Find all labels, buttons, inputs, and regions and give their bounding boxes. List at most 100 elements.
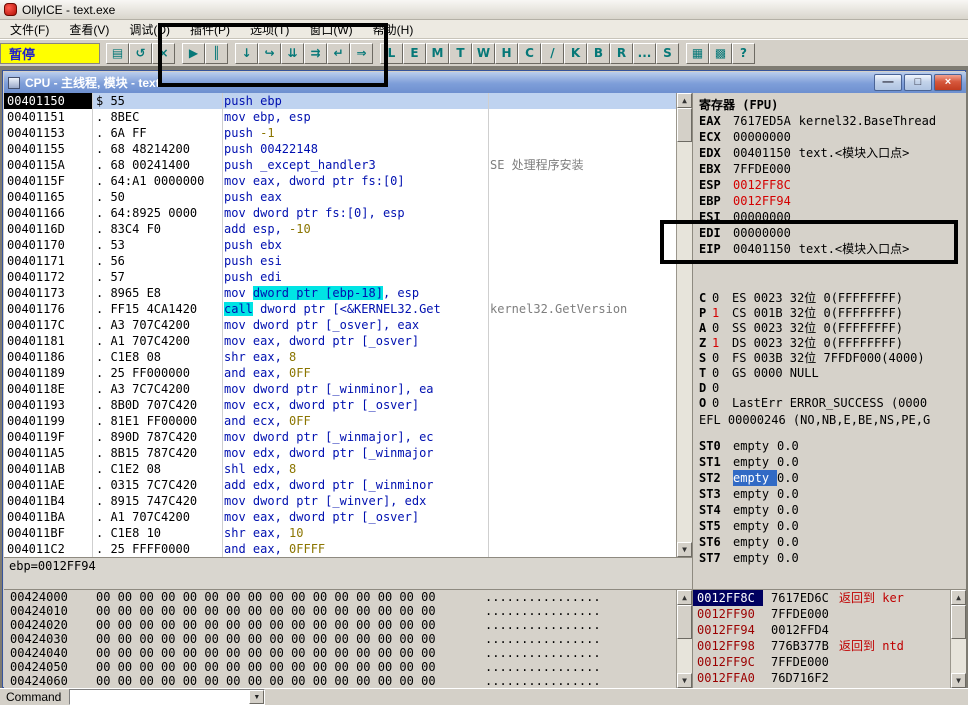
stack-pane[interactable]: 0012FF8C 7617ED6C 返回到 ker 0012FF90 7FFDE000 0…: [692, 589, 966, 688]
flag-z[interactable]: Z 1 DS 0023 32位 0(FFFFFFFF): [693, 336, 966, 351]
open-file-button[interactable]: ▤: [106, 42, 129, 64]
disasm-row[interactable]: 00401173 . 8965 E8 mov dword ptr [ebp-18],…: [4, 285, 692, 301]
register-ebp[interactable]: EBP 0012FF94: [693, 193, 966, 209]
disasm-row[interactable]: 00401189 . 25 FF000000 and eax, 0FF: [4, 365, 692, 381]
combo-dropdown-icon[interactable]: ▼: [249, 690, 265, 704]
disasm-row[interactable]: 00401151 . 8BEC mov ebp, esp: [4, 109, 692, 125]
register-ecx[interactable]: ECX 00000000: [693, 129, 966, 145]
animate-over-button[interactable]: ⇉: [304, 42, 327, 64]
dump-scrollbar[interactable]: ▲ ▼: [676, 590, 692, 688]
disasm-row[interactable]: 0040116D . 83C4 F0 add esp, -10: [4, 221, 692, 237]
scroll-thumb[interactable]: [951, 605, 966, 639]
references-window-button[interactable]: R: [610, 42, 633, 64]
menu-item-help[interactable]: 帮助(H): [363, 19, 424, 40]
disassembly-pane[interactable]: 00401150 $ 55 push ebp 00401151 . 8BEC mov eb…: [4, 93, 692, 557]
menu-item-file[interactable]: 文件(F): [0, 19, 59, 40]
disasm-row[interactable]: 004011BF . C1E8 10 shr eax, 10: [4, 525, 692, 541]
patches-window-button[interactable]: /: [541, 42, 564, 64]
fpu-st6[interactable]: ST6 empty 0.0: [693, 534, 966, 550]
handles-window-button[interactable]: H: [495, 42, 518, 64]
disasm-row[interactable]: 004011AB . C1E2 08 shl edx, 8: [4, 461, 692, 477]
disasm-row[interactable]: 00401155 . 68 48214200 push 00422148: [4, 141, 692, 157]
menu-item-plugins[interactable]: 插件(P): [180, 19, 240, 40]
run-trace-window-button[interactable]: ...: [633, 42, 656, 64]
cpu-window-button[interactable]: C: [518, 42, 541, 64]
dump-row[interactable]: 00424040 00 00 00 00 00 00 00 00 00 00 00…: [4, 646, 692, 660]
cpu-window-titlebar[interactable]: CPU - 主线程, 模块 - text — □ ×: [4, 72, 966, 93]
flag-t[interactable]: T 0 GS 0000 NULL: [693, 366, 966, 381]
memory-window-button[interactable]: M: [426, 42, 449, 64]
eflags-row[interactable]: EFL 00000246 (NO,NB,E,BE,NS,PE,G: [699, 413, 930, 427]
scroll-thumb[interactable]: [677, 605, 692, 639]
fpu-st3[interactable]: ST3 empty 0.0: [693, 486, 966, 502]
stack-row[interactable]: 0012FF9C 7FFDE000: [693, 654, 966, 670]
disasm-row[interactable]: 004011A5 . 8B15 787C420 mov edx, dword ptr…: [4, 445, 692, 461]
call-stack-window-button[interactable]: K: [564, 42, 587, 64]
disasm-row[interactable]: 0040118E . A3 7C7C4200 mov dword ptr [_win…: [4, 381, 692, 397]
disasm-row[interactable]: 0040117C . A3 707C4200 mov dword ptr [_osv…: [4, 317, 692, 333]
flag-d[interactable]: D0: [693, 381, 966, 396]
dump-row[interactable]: 00424030 00 00 00 00 00 00 00 00 00 00 00…: [4, 632, 692, 646]
info-pane[interactable]: ebp=0012FF94: [4, 557, 692, 589]
dump-row[interactable]: 00424050 00 00 00 00 00 00 00 00 00 00 00…: [4, 660, 692, 674]
command-input[interactable]: ▼: [69, 689, 266, 705]
register-esp[interactable]: ESP 0012FF8C: [693, 177, 966, 193]
disasm-row[interactable]: 00401193 . 8B0D 707C420 mov ecx, dword ptr…: [4, 397, 692, 413]
disasm-row[interactable]: 004011BA . A1 707C4200 mov eax, dword ptr …: [4, 509, 692, 525]
stack-row[interactable]: 0012FF8C 7617ED6C 返回到 ker: [693, 590, 966, 606]
register-esi[interactable]: ESI 00000000: [693, 209, 966, 225]
log-window-button[interactable]: L: [380, 42, 403, 64]
scroll-down-icon[interactable]: ▼: [677, 542, 692, 557]
step-into-button[interactable]: ↓: [235, 42, 258, 64]
executables-window-button[interactable]: E: [403, 42, 426, 64]
titlebar[interactable]: OllyICE - text.exe: [0, 0, 968, 20]
stack-row[interactable]: 0012FF98 776B377B 返回到 ntd: [693, 638, 966, 654]
scroll-down-icon[interactable]: ▼: [951, 673, 966, 688]
cpu-minimize-button[interactable]: —: [874, 74, 902, 91]
disasm-row[interactable]: 0040119F . 890D 787C420 mov dword ptr [_wi…: [4, 429, 692, 445]
flag-o[interactable]: O 0 LastErr ERROR_SUCCESS (0000: [693, 396, 966, 411]
disasm-row[interactable]: 004011C2 . 25 FFFF0000 and eax, 0FFFF: [4, 541, 692, 557]
cpu-maximize-button[interactable]: □: [904, 74, 932, 91]
fpu-st4[interactable]: ST4 empty 0.0: [693, 502, 966, 518]
fpu-st1[interactable]: ST1 empty 0.0: [693, 454, 966, 470]
scroll-up-icon[interactable]: ▲: [677, 590, 692, 605]
disasm-row[interactable]: 00401172 . 57 push edi: [4, 269, 692, 285]
disasm-row[interactable]: 00401165 . 50 push eax: [4, 189, 692, 205]
stack-row[interactable]: 0012FFA0 76D716F2: [693, 670, 966, 686]
stack-row[interactable]: 0012FF90 7FFDE000: [693, 606, 966, 622]
register-eax[interactable]: EAX 7617ED5A kernel32.BaseThread: [693, 113, 966, 129]
disasm-row[interactable]: 00401171 . 56 push esi: [4, 253, 692, 269]
menu-item-view[interactable]: 查看(V): [59, 19, 119, 40]
disasm-row[interactable]: 00401150 $ 55 push ebp: [4, 93, 692, 109]
flag-s[interactable]: S 0 FS 003B 32位 7FFDF000(4000): [693, 351, 966, 366]
register-edi[interactable]: EDI 00000000: [693, 225, 966, 241]
source-window-button[interactable]: S: [656, 42, 679, 64]
disassembly-scrollbar[interactable]: ▲ ▼: [676, 93, 692, 557]
fpu-st5[interactable]: ST5 empty 0.0: [693, 518, 966, 534]
disasm-row[interactable]: 0040115A . 68 00241400 push _except_handle…: [4, 157, 692, 173]
register-edx[interactable]: EDX 00401150 text.<模块入口点>: [693, 145, 966, 161]
scroll-up-icon[interactable]: ▲: [677, 93, 692, 108]
stack-row[interactable]: 0012FF94 0012FFD4: [693, 622, 966, 638]
disasm-row[interactable]: 00401186 . C1E8 08 shr eax, 8: [4, 349, 692, 365]
disasm-row[interactable]: 004011AE . 0315 7C7C420 add edx, dword ptr…: [4, 477, 692, 493]
step-over-button[interactable]: ↪: [258, 42, 281, 64]
scroll-down-icon[interactable]: ▼: [677, 673, 692, 688]
dump-row[interactable]: 00424010 00 00 00 00 00 00 00 00 00 00 00…: [4, 604, 692, 618]
menu-item-debug[interactable]: 调试(D): [119, 19, 180, 40]
close-program-button[interactable]: ×: [152, 42, 175, 64]
scroll-up-icon[interactable]: ▲: [951, 590, 966, 605]
run-button[interactable]: ▶: [182, 42, 205, 64]
help-button[interactable]: ?: [732, 42, 755, 64]
dump-row[interactable]: 00424000 00 00 00 00 00 00 00 00 00 00 00…: [4, 590, 692, 604]
disasm-row[interactable]: 00401166 . 64:8925 0000 mov dword ptr fs:[…: [4, 205, 692, 221]
fpu-st2[interactable]: ST2 empty 0.0: [693, 470, 966, 486]
windows-window-button[interactable]: W: [472, 42, 495, 64]
scroll-thumb[interactable]: [677, 108, 692, 142]
flag-p[interactable]: P 1 CS 001B 32位 0(FFFFFFFF): [693, 306, 966, 321]
hex-dump-pane[interactable]: 00424000 00 00 00 00 00 00 00 00 00 00 00…: [4, 589, 692, 688]
fpu-st0[interactable]: ST0 empty 0.0: [693, 438, 966, 454]
menu-item-options[interactable]: 选项(T): [240, 19, 299, 40]
appearance-button[interactable]: ▩: [709, 42, 732, 64]
